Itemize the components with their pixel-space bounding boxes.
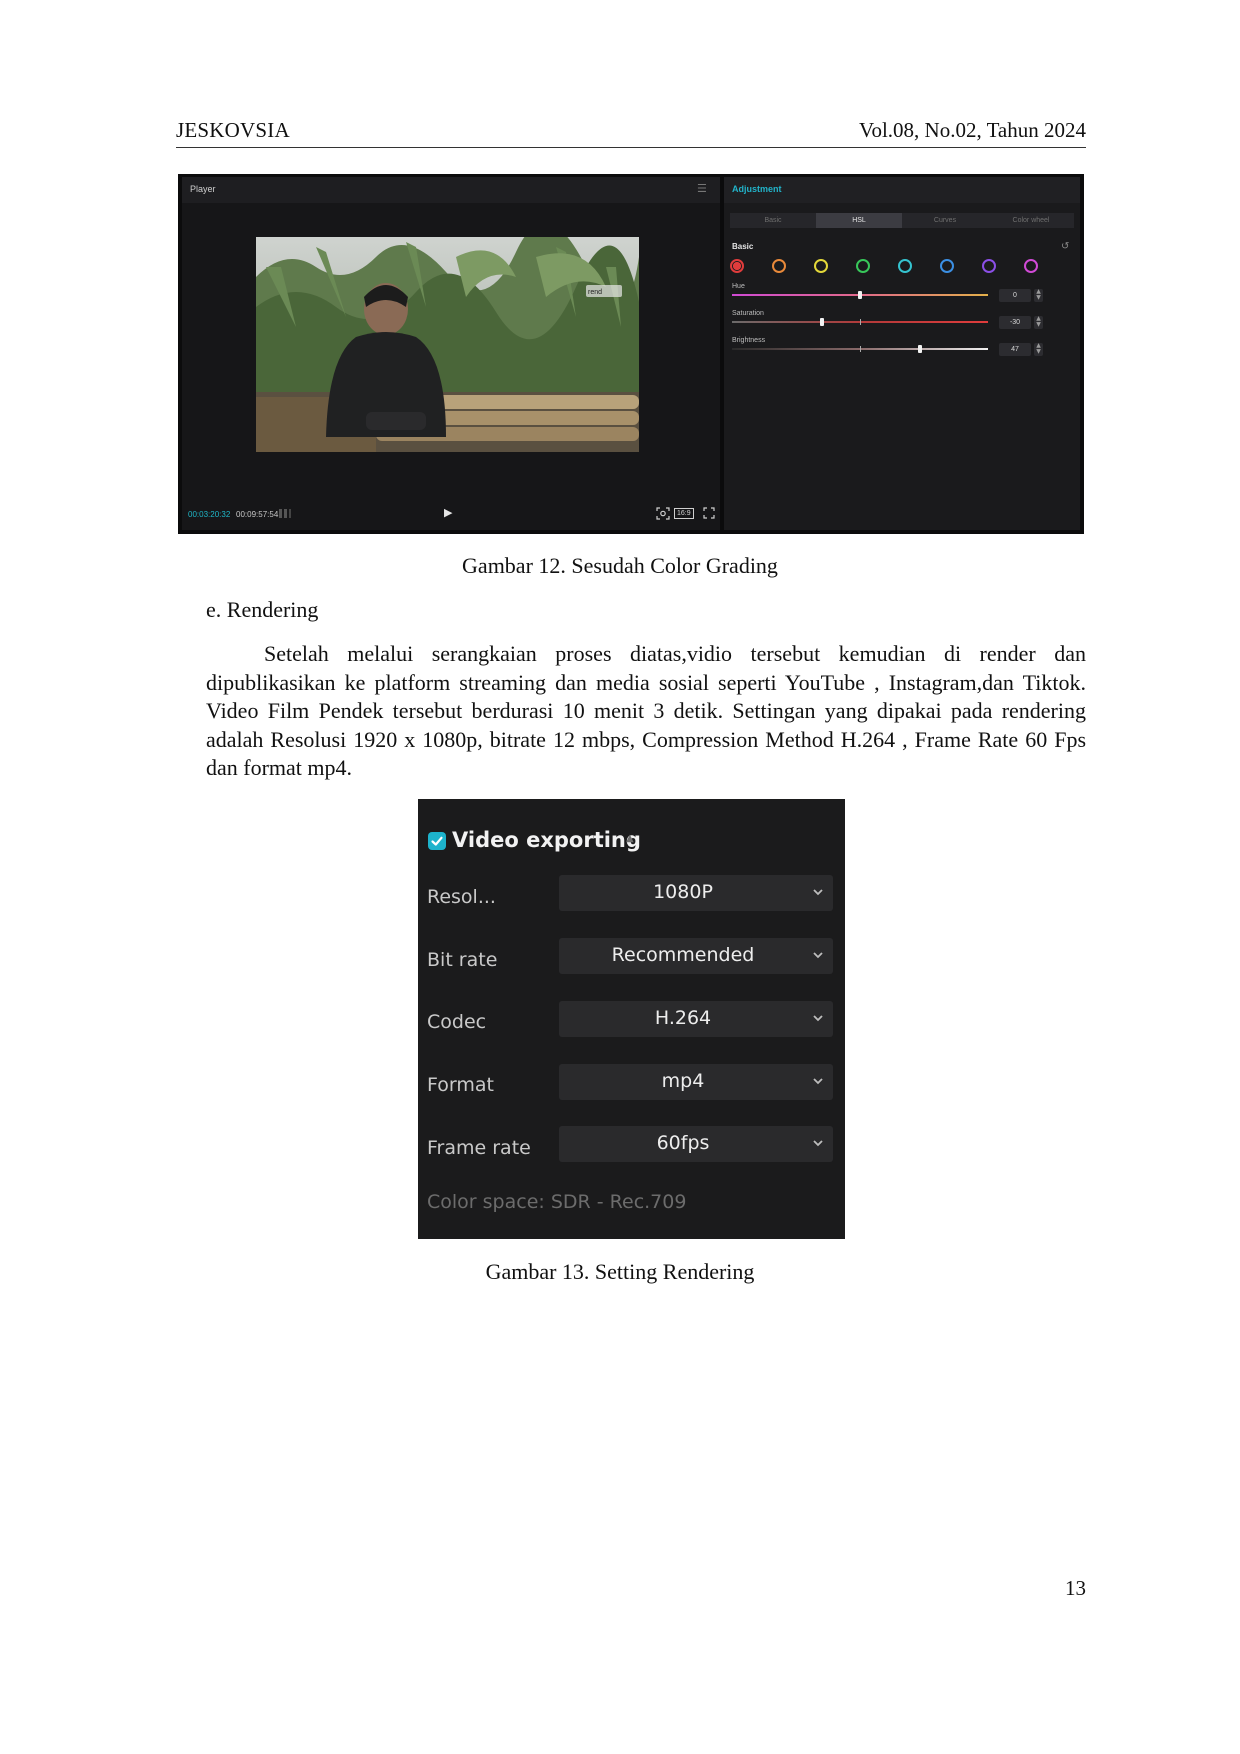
frame-rate-value: 60fps: [656, 1132, 710, 1154]
video-frame-image: rend: [256, 237, 639, 452]
frame-text: rend: [588, 289, 602, 296]
export-checkbox[interactable]: [428, 832, 446, 850]
format-label: Format: [427, 1074, 494, 1096]
aspect-ratio-button[interactable]: 16:9: [674, 508, 694, 519]
swatch-blue[interactable]: [940, 259, 954, 273]
swatch-red[interactable]: [730, 259, 744, 273]
tab-basic[interactable]: Basic: [730, 213, 816, 228]
figure-13-caption: Gambar 13. Setting Rendering: [485, 1259, 755, 1284]
section-basic-label: Basic: [732, 242, 754, 251]
total-time: 00:09:57:54: [236, 510, 279, 519]
tab-color-wheel[interactable]: Color wheel: [988, 213, 1074, 228]
player-panel: Player ☰ rend 00:03:20:32 00:09:57:54 ▶ …: [182, 177, 720, 530]
chevron-down-icon: [813, 1140, 823, 1147]
saturation-label: Saturation: [732, 310, 764, 317]
swatch-cyan[interactable]: [898, 259, 912, 273]
resolution-value: 1080P: [653, 881, 713, 903]
swatch-magenta[interactable]: [1024, 259, 1038, 273]
page-number: 13: [1065, 1576, 1086, 1600]
saturation-slider-knob[interactable]: [820, 318, 824, 326]
format-value: mp4: [661, 1070, 705, 1092]
bitrate-value: Recommended: [611, 944, 755, 966]
saturation-value[interactable]: -30: [999, 316, 1031, 329]
player-title: Player: [190, 184, 216, 194]
figure-12-screenshot: Player ☰ rend 00:03:20:32 00:09:57:54 ▶ …: [178, 174, 1084, 534]
section-heading: e. Rendering: [206, 597, 319, 622]
tab-curves[interactable]: Curves: [902, 213, 988, 228]
hue-slider-knob[interactable]: [858, 291, 862, 299]
frame-rate-label: Frame rate: [427, 1137, 531, 1159]
hue-value[interactable]: 0: [999, 289, 1031, 302]
brightness-stepper[interactable]: ▲ ▼: [1034, 343, 1043, 356]
brightness-value[interactable]: 47: [999, 343, 1031, 356]
fullscreen-icon[interactable]: [703, 507, 715, 519]
player-header: Player ☰: [182, 177, 720, 203]
brightness-slider-knob[interactable]: [918, 345, 922, 353]
format-select[interactable]: mp4: [559, 1064, 833, 1100]
screenshot-icon[interactable]: [656, 507, 670, 520]
saturation-center-tick: [860, 319, 861, 325]
resolution-select[interactable]: 1080P: [559, 875, 833, 911]
bitrate-label: Bit rate: [427, 949, 498, 971]
brightness-label: Brightness: [732, 337, 766, 344]
chevron-down-icon: [813, 1078, 823, 1085]
video-frame: rend: [256, 237, 639, 452]
export-title: Video exporting: [452, 828, 641, 852]
hue-label: Hue: [732, 283, 745, 290]
figure-13-export-panel: Video exporting ▲ Resol... 1080P Bit rat…: [418, 799, 845, 1239]
reset-icon[interactable]: ↺: [1061, 241, 1069, 252]
header-rule: [176, 147, 1086, 148]
volume-info: Vol.08, No.02, Tahun 2024: [858, 118, 1086, 142]
brightness-center-tick: [860, 346, 861, 352]
codec-label: Codec: [427, 1011, 487, 1033]
adjustment-panel: Adjustment Basic HSL Curves Color wheel …: [724, 177, 1080, 530]
codec-value: H.264: [654, 1007, 712, 1029]
swatch-orange[interactable]: [772, 259, 786, 273]
swatch-purple[interactable]: [982, 259, 996, 273]
swatch-yellow[interactable]: [814, 259, 828, 273]
timeline-bars-icon[interactable]: [278, 508, 292, 519]
saturation-stepper[interactable]: ▲ ▼: [1034, 316, 1043, 329]
journal-name: JESKOVSIA: [176, 118, 290, 142]
color-space-info: Color space: SDR - Rec.709: [427, 1191, 687, 1213]
current-time: 00:03:20:32: [188, 510, 231, 519]
caret-up-icon[interactable]: ▲: [626, 833, 634, 844]
check-icon: [431, 836, 443, 846]
adjustment-tabs: Basic HSL Curves Color wheel: [730, 213, 1074, 228]
chevron-down-icon: [813, 889, 823, 896]
figure-12-caption: Gambar 12. Sesudah Color Grading: [462, 553, 778, 578]
adjustment-header: Adjustment: [724, 177, 1080, 203]
frame-rate-select[interactable]: 60fps: [559, 1126, 833, 1162]
menu-icon[interactable]: ☰: [697, 182, 707, 195]
codec-select[interactable]: H.264: [559, 1001, 833, 1037]
resolution-label: Resol...: [427, 886, 496, 908]
adjustment-title: Adjustment: [732, 184, 782, 194]
bitrate-select[interactable]: Recommended: [559, 938, 833, 974]
hue-stepper[interactable]: ▲ ▼: [1034, 289, 1043, 302]
swatch-green[interactable]: [856, 259, 870, 273]
body-paragraph: Setelah melalui serangkaian proses diata…: [206, 641, 1086, 780]
tab-hsl[interactable]: HSL: [816, 213, 902, 228]
chevron-down-icon: [813, 1015, 823, 1022]
chevron-down-icon: [813, 952, 823, 959]
play-button[interactable]: ▶: [444, 506, 452, 519]
